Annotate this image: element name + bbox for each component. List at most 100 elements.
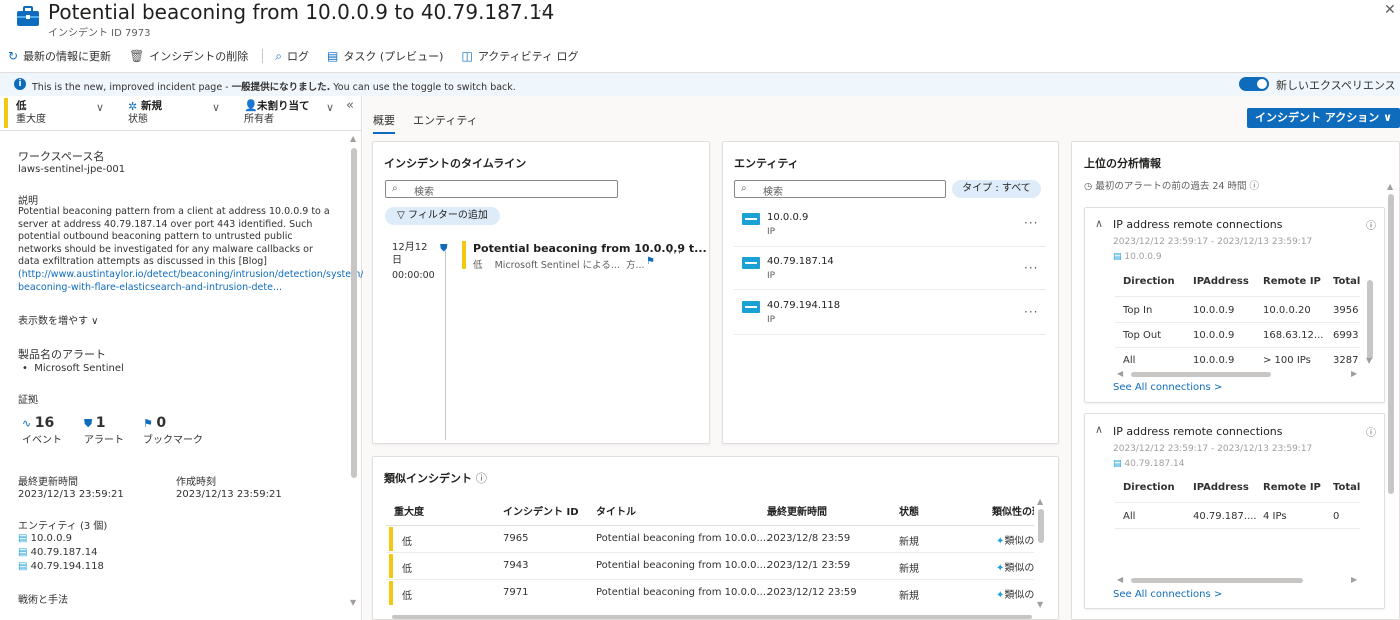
tactics-label: 戦術と手法 xyxy=(18,595,68,606)
divider xyxy=(1115,528,1360,529)
table-cell: 168.63.12... xyxy=(1263,330,1324,341)
timeline-title: インシデントのタイムライン xyxy=(384,157,527,170)
column-header: IPAddress xyxy=(1193,482,1249,493)
column-header[interactable]: タイトル xyxy=(596,503,636,518)
person-icon: 👤 xyxy=(244,99,258,112)
entity-link[interactable]: ▤ 40.79.187.14 xyxy=(18,547,97,558)
tab-entities[interactable]: エンティティ xyxy=(413,112,478,128)
chevron-down-icon: ∨ xyxy=(326,101,335,114)
insights-subtitle: ◷ 最初のアラートの前の過去 24 時間 ⓘ xyxy=(1084,181,1260,192)
product-item: • Microsoft Sentinel xyxy=(22,363,124,374)
entity-name: 10.0.0.9 xyxy=(767,212,809,223)
column-header[interactable]: 状態 xyxy=(899,503,919,518)
incident-id-link[interactable]: 7965 xyxy=(503,533,528,544)
show-more-link[interactable]: 表示数を増やす ∨ xyxy=(18,312,99,327)
shield-icon: ⛊ xyxy=(84,417,93,430)
chevron-up-icon[interactable]: ∧ xyxy=(1095,217,1103,230)
timeline-search-input[interactable]: ⌕ 検索 xyxy=(385,180,618,198)
more-options-button[interactable]: ··· xyxy=(1024,305,1038,319)
column-header[interactable]: 重大度 xyxy=(394,503,424,518)
title-cell: Potential beaconing from 10.0.0.... xyxy=(596,587,770,598)
more-options-button[interactable]: ··· xyxy=(534,4,545,18)
created-label: 作成時刻 xyxy=(176,477,216,488)
events-evidence[interactable]: ∿ 16 イベント xyxy=(22,415,62,446)
info-icon[interactable]: ⓘ xyxy=(1366,217,1376,232)
bookmarks-evidence[interactable]: ⚑ 0 ブックマーク xyxy=(143,415,203,446)
info-icon: ⓘ xyxy=(1249,181,1260,192)
evidence-label: 証拠 xyxy=(18,395,38,406)
incident-id-link[interactable]: 7971 xyxy=(503,587,528,598)
severity-color-bar xyxy=(389,581,393,605)
refresh-button[interactable]: ↻ 最新の情報に更新 xyxy=(8,48,111,64)
type-filter-button[interactable]: タイプ : すべて xyxy=(952,180,1041,198)
command-bar: ↻ 最新の情報に更新 🗑 インシデントの削除 ⌕ ログ ▤ タスク (プレビュー) ◫ ア… xyxy=(0,44,588,68)
workspace-label: ワークスペース名 xyxy=(18,150,105,163)
similar-scrollbar[interactable]: ▲ ▼ xyxy=(1036,497,1046,611)
see-all-connections-link[interactable]: See All connections > xyxy=(1113,382,1222,393)
clipboard-icon: ▤ xyxy=(327,49,339,63)
timeline-alert-meta: 低 Microsoft Sentinel による... 方... xyxy=(473,260,645,271)
collapse-pane-button[interactable]: « xyxy=(346,98,354,113)
entities-search-input[interactable]: ⌕ 検索 xyxy=(734,180,946,198)
status-dropdown[interactable]: 新規 状態 xyxy=(128,100,221,126)
severity-cell: 低 xyxy=(402,591,412,602)
info-icon: i xyxy=(14,78,26,90)
entity-row[interactable] xyxy=(734,204,1046,247)
column-header: Total xyxy=(1333,482,1361,493)
column-header[interactable]: 類似性の理 xyxy=(992,503,1034,518)
severity-color-bar xyxy=(4,98,8,128)
tasks-button[interactable]: ▤ タスク (プレビュー) xyxy=(327,48,443,64)
entity-link[interactable]: ▤ 10.0.0.9 xyxy=(18,533,72,544)
column-header: Total xyxy=(1333,276,1361,287)
horizontal-scrollbar[interactable]: ◀ ▶ xyxy=(1117,575,1359,585)
column-header[interactable]: インシデント ID xyxy=(503,503,579,518)
close-button[interactable]: ✕ xyxy=(1384,2,1396,18)
entity-row[interactable] xyxy=(734,247,1046,290)
column-header: Remote IP xyxy=(1263,276,1321,287)
table-scrollbar[interactable]: ▼ xyxy=(1366,270,1374,370)
add-filter-button[interactable]: ▽ フィルターの追加 xyxy=(385,207,500,225)
new-experience-toggle[interactable] xyxy=(1239,77,1269,91)
incident-id-link[interactable]: 7943 xyxy=(503,560,528,571)
column-header: IPAddress xyxy=(1193,276,1249,287)
incident-actions-button[interactable]: インシデント アクション ∨ xyxy=(1247,108,1400,128)
entity-link[interactable]: ▤ 40.79.194.118 xyxy=(18,561,104,572)
column-header: Remote IP xyxy=(1263,482,1321,493)
activity-log-button[interactable]: ◫ アクティビティ ログ xyxy=(461,48,578,64)
entities-title: エンティティ xyxy=(734,157,799,170)
search-icon: ⌕ xyxy=(741,183,747,194)
column-header[interactable]: 最終更新時間 xyxy=(767,503,827,518)
see-all-connections-link[interactable]: See All connections > xyxy=(1113,589,1222,600)
horizontal-scrollbar[interactable]: ◀ ▶ xyxy=(1117,369,1359,379)
shield-icon: ⛊ xyxy=(440,243,448,254)
logs-button[interactable]: ⌕ ログ xyxy=(275,48,309,64)
table-cell: 4 IPs xyxy=(1263,511,1287,522)
more-options-button[interactable]: ··· xyxy=(1024,261,1038,275)
insights-scrollbar[interactable]: ▲ xyxy=(1386,182,1396,612)
left-scrollbar[interactable]: ▲ ▼ xyxy=(350,134,358,610)
updated-cell: 2023/12/1 23:59 xyxy=(767,560,851,571)
owner-dropdown[interactable]: 未割り当て 所有者 xyxy=(244,100,337,126)
info-icon[interactable]: ⓘ xyxy=(1366,424,1376,439)
incident-id: インシデント ID 7973 xyxy=(48,28,151,39)
more-options-button[interactable]: ··· xyxy=(668,246,682,260)
entity-type: IP xyxy=(767,227,776,237)
divider xyxy=(0,130,362,131)
alerts-evidence[interactable]: ⛊ 1 アラート xyxy=(84,415,124,446)
delete-incident-button[interactable]: 🗑 インシデントの削除 xyxy=(129,48,248,64)
workspace-value: laws-sentinel-jpe-001 xyxy=(18,164,126,175)
toolbar-divider xyxy=(262,49,264,63)
table-cell: Top In xyxy=(1123,305,1153,316)
table-cell: > 100 IPs xyxy=(1263,355,1311,366)
insight-entity: ▤ 10.0.0.9 xyxy=(1113,252,1162,262)
more-options-button[interactable]: ··· xyxy=(1024,216,1038,230)
similar-incidents-title: 類似インシデント ⓘ xyxy=(384,472,487,485)
insight-entity: ▤ 40.79.187.14 xyxy=(1113,459,1185,469)
entity-row[interactable] xyxy=(734,290,1046,335)
tab-overview[interactable]: 概要 xyxy=(373,112,395,134)
horizontal-scrollbar[interactable] xyxy=(392,615,1032,619)
created-value: 2023/12/13 23:59:21 xyxy=(176,489,282,500)
insight-card-title: IP address remote connections xyxy=(1113,425,1283,438)
chevron-up-icon[interactable]: ∧ xyxy=(1095,423,1103,436)
time-range: 2023/12/12 23:59:17 - 2023/12/13 23:59:1… xyxy=(1113,237,1313,247)
